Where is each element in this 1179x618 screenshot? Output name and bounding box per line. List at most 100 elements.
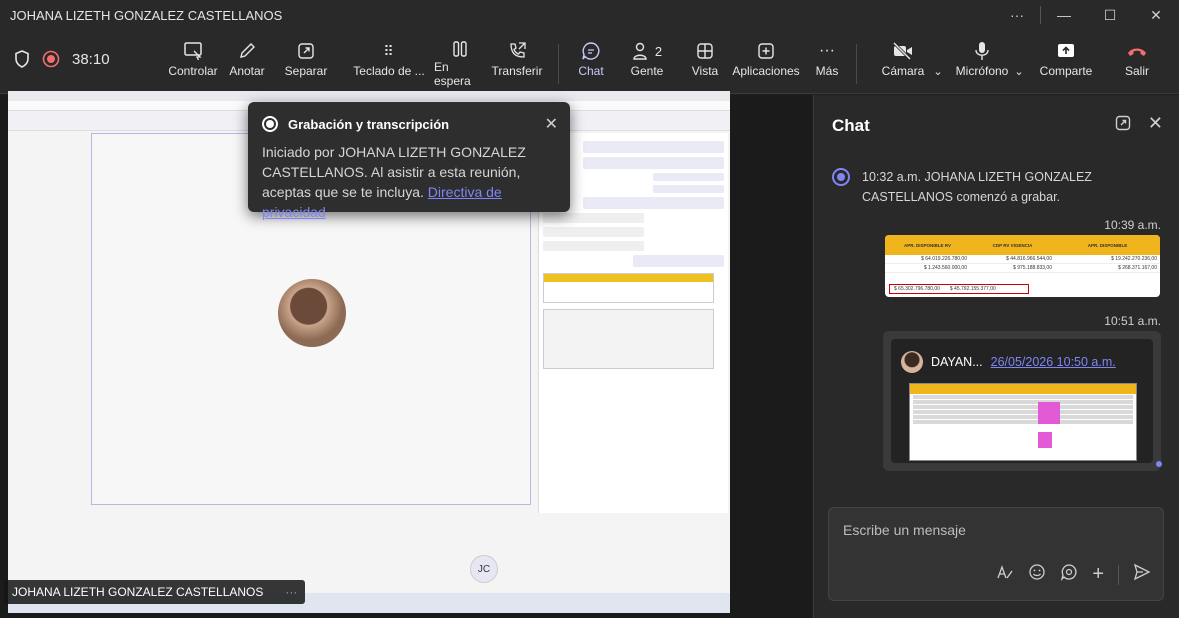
image-table-cell: $ 975.188.833,00 (1013, 265, 1052, 271)
more-icon[interactable]: ··· (285, 585, 297, 599)
aplicaciones-button[interactable]: Aplicaciones (732, 38, 800, 88)
divider (1118, 564, 1119, 585)
image-table-header: APR. DISPONIBLE RV CDP RV VIGENCIA APR. … (885, 235, 1160, 255)
recording-icon (262, 116, 278, 132)
microfono-button[interactable]: Micrófono (953, 38, 1011, 88)
thumbnail-highlight (1038, 402, 1060, 424)
message-composer[interactable]: Escribe un mensaje + (828, 507, 1164, 601)
window-controls: ··· — ☐ ✕ (994, 0, 1179, 30)
anotar-button[interactable]: Anotar (227, 38, 267, 88)
spreadsheet-thumbnail[interactable] (909, 383, 1137, 461)
image-table-cell: $ 64.019.226.780,00 (921, 256, 967, 262)
message-date-link[interactable]: 26/05/2026 10:50 a.m. (991, 355, 1116, 369)
shared-chat-bubble (583, 157, 724, 169)
sender-name: DAYAN... (931, 355, 983, 369)
vista-button[interactable]: Vista (689, 38, 721, 88)
chevron-down-icon: ⌄ (933, 65, 943, 78)
more-options-icon[interactable]: ··· (994, 0, 1040, 30)
people-icon: 2 (632, 38, 662, 64)
people-count: 2 (654, 43, 663, 59)
chevron-down-icon: ⌄ (1014, 65, 1024, 78)
title-bar: JOHANA LIZETH GONZALEZ CASTELLANOS ··· —… (0, 0, 1179, 30)
pop-out-icon (297, 38, 315, 64)
thumbnail-row (913, 395, 1133, 399)
add-icon[interactable]: + (1092, 563, 1104, 586)
image-table-cell: $ 268.371.167,00 (1118, 265, 1157, 271)
presenter-name: JOHANA LIZETH GONZALEZ CASTELLANOS (12, 585, 264, 599)
image-table-row: $ 64.019.226.780,00 $ 44.816.966.544,00 … (885, 255, 1160, 264)
dialpad-icon: ⠿ (383, 42, 395, 59)
loop-icon[interactable] (1060, 563, 1078, 586)
new-message-indicator (1156, 461, 1162, 467)
camara-label: Cámara (881, 64, 925, 78)
message-input[interactable]: Escribe un mensaje (843, 522, 966, 538)
image-table-cell: $ 1.243.560.000,00 (923, 265, 967, 271)
participant-avatar (278, 279, 346, 347)
minimize-button[interactable]: — (1041, 0, 1087, 30)
image-table-col: APR. DISPONIBLE (1087, 242, 1128, 248)
pop-out-chat-icon[interactable] (1115, 115, 1131, 135)
thumbnail-header (910, 384, 1136, 394)
salir-button[interactable]: Salir (1120, 38, 1154, 88)
shared-chat-card (543, 309, 714, 369)
controlar-label: Controlar (168, 64, 218, 78)
maximize-button[interactable]: ☐ (1087, 0, 1133, 30)
close-chat-icon[interactable]: ✕ (1148, 113, 1163, 134)
mas-label: Más (815, 64, 839, 78)
en-espera-button[interactable]: En espera (434, 38, 486, 88)
hang-up-icon (1126, 38, 1148, 64)
teclado-button[interactable]: ⠿ Teclado de ... (352, 38, 426, 88)
vista-label: Vista (691, 64, 719, 78)
presenter-name-tag: JOHANA LIZETH GONZALEZ CASTELLANOS ··· (4, 580, 306, 604)
share-screen-icon (1056, 38, 1076, 64)
transferir-label: Transferir (491, 64, 543, 78)
shared-chat-image (543, 273, 714, 303)
image-table-cell: $ 44.816.966.544,00 (1006, 256, 1052, 262)
chat-title: Chat (832, 116, 870, 135)
close-window-button[interactable]: ✕ (1133, 0, 1179, 30)
aplicaciones-label: Aplicaciones (732, 64, 800, 78)
thumbnail-row (913, 415, 1133, 419)
gente-button[interactable]: 2 Gente (627, 38, 667, 88)
forwarded-message-header: DAYAN... 26/05/2026 10:50 a.m. (901, 351, 1143, 373)
add-apps-icon (757, 38, 775, 64)
recording-icon[interactable] (42, 50, 60, 68)
chat-button[interactable]: Chat (573, 38, 609, 93)
meeting-status: 38:10 (14, 50, 110, 68)
participant-initials: JC (470, 555, 498, 583)
format-icon[interactable] (996, 563, 1014, 586)
recording-notice: Grabación y transcripción ✕ Iniciado por… (248, 102, 570, 220)
controlar-button[interactable]: Controlar (165, 38, 221, 88)
thumbnail-row (913, 420, 1133, 424)
comparte-button[interactable]: Comparte (1038, 38, 1094, 88)
emoji-icon[interactable] (1028, 563, 1046, 586)
camara-button[interactable]: Cámara (880, 38, 926, 88)
thumbnail-row (913, 405, 1133, 409)
control-icon (183, 38, 203, 64)
pen-icon (238, 38, 256, 64)
close-icon[interactable]: ✕ (545, 114, 558, 134)
microphone-icon (974, 38, 990, 64)
system-message-text: 10:32 a.m. JOHANA LIZETH GONZALEZ CASTEL… (862, 170, 1092, 204)
camera-off-icon (892, 38, 914, 64)
shield-icon[interactable] (14, 50, 30, 68)
shared-chat-bubble (633, 255, 724, 267)
send-icon[interactable] (1133, 563, 1151, 586)
image-table-col: CDP RV VIGENCIA (992, 242, 1033, 248)
recording-notice-header: Grabación y transcripción (262, 116, 556, 132)
chat-image-table[interactable]: APR. DISPONIBLE RV CDP RV VIGENCIA APR. … (885, 235, 1160, 297)
thumbnail-highlight (1038, 432, 1052, 448)
shared-chat-bubble (653, 173, 724, 181)
transferir-button[interactable]: Transferir (492, 38, 542, 88)
mas-button[interactable]: ··· Más (814, 38, 840, 88)
separar-button[interactable]: Separar (283, 38, 329, 88)
system-message: 10:32 a.m. JOHANA LIZETH GONZALEZ CASTEL… (832, 167, 1162, 207)
chat-panel: Chat ✕ 10:32 a.m. JOHANA LIZETH GONZALEZ… (813, 95, 1179, 618)
image-table-total-cell: $ 45.792.155.377,00 (949, 286, 996, 292)
recording-icon (832, 168, 850, 186)
more-icon: ··· (819, 42, 835, 59)
chat-label: Chat (578, 64, 604, 78)
comparte-label: Comparte (1039, 64, 1093, 78)
forwarded-message-card[interactable]: DAYAN... 26/05/2026 10:50 a.m. (883, 331, 1161, 471)
divider (558, 44, 559, 84)
